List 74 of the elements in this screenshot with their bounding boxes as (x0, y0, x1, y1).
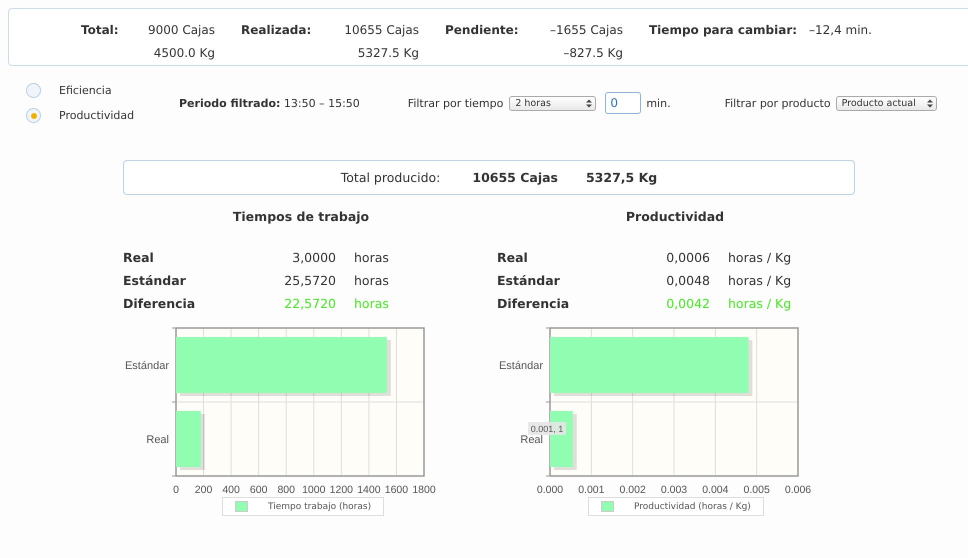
tick-label: 0.005 (744, 484, 770, 496)
radio-label[interactable]: Productividad (59, 109, 134, 122)
row-label: Real (497, 250, 529, 265)
tick-label: 1600 (384, 484, 408, 496)
tick-label: 1400 (357, 484, 381, 496)
row-value: 25,5720 (283, 273, 336, 288)
panel-title: Productividad (624, 209, 726, 226)
summary-value: 5327.5 Kg (358, 45, 419, 62)
chart-legend: Productividad (horas / Kg) (588, 497, 764, 516)
tick-label: 1800 (412, 484, 436, 496)
category-label: Real (520, 434, 543, 446)
tick-label: 0.000 (536, 484, 564, 496)
tick-label: 0.003 (660, 484, 688, 496)
updown-icon (586, 98, 592, 108)
row-value: 0,0006 (665, 250, 710, 265)
tooltip: 0.001, 1 (528, 422, 566, 435)
row-unit: horas (353, 250, 390, 265)
summary-value: 10655 Cajas (344, 22, 419, 39)
summary-label: Total: (81, 22, 120, 39)
category-label: Estándar (498, 360, 543, 372)
row-value: 0,0048 (665, 273, 710, 288)
row-label: Estándar (497, 273, 561, 288)
tick-label: 0.001 (578, 484, 604, 496)
total-label: Total producido: (340, 170, 440, 185)
category-label: Real (146, 434, 169, 446)
row-label: Diferencia (123, 296, 196, 311)
total-weight: 5327,5 Kg (586, 170, 658, 185)
panel-title: Tiempos de trabajo (232, 209, 370, 226)
summary-label: Tiempo para cambiar: (649, 22, 798, 39)
tick-label: 200 (194, 484, 212, 496)
row-value: 22,5720 (283, 296, 336, 311)
tick-label: 400 (222, 484, 240, 496)
tick-label: 600 (250, 484, 268, 496)
legend-swatch (235, 501, 248, 512)
category-label: Estándar (124, 360, 169, 372)
minutes-field[interactable]: 0 (605, 92, 642, 114)
time-select[interactable]: 2 horas (509, 96, 596, 110)
row-label: Diferencia (497, 296, 570, 311)
tick-label: 800 (277, 484, 295, 496)
summary-value: –12,4 min. (809, 22, 872, 39)
filter-label: Filtrar por tiempo (408, 96, 504, 110)
radio-button[interactable] (26, 83, 41, 98)
total-boxes: 10655 Cajas (472, 170, 558, 185)
row-unit: horas (353, 296, 390, 311)
summary-value: –1655 Cajas (550, 22, 623, 39)
summary-label: Realizada: (241, 22, 312, 39)
product-select[interactable]: Producto actual (836, 96, 937, 110)
summary-label: Pendiente: (445, 22, 520, 39)
filter-label: Filtrar por producto (724, 96, 831, 110)
bar (176, 411, 205, 470)
row-unit: horas (353, 273, 390, 288)
updown-icon (926, 98, 933, 108)
tick-label: 0 (173, 484, 179, 496)
row-unit: horas / Kg (727, 273, 792, 288)
tick-label: 0.004 (702, 484, 728, 496)
summary-value: –827.5 Kg (563, 45, 623, 62)
summary-value: 4500.0 Kg (154, 45, 215, 62)
row-value: 3,0000 (291, 250, 336, 265)
chart-legend: Tiempo trabajo (horas) (222, 497, 384, 516)
unit-label: min. (646, 96, 671, 110)
summary-value: 9000 Cajas (148, 22, 215, 39)
radio-label[interactable]: Eficiencia (59, 84, 112, 97)
tick-label: 0.002 (620, 484, 646, 496)
tick-label: 1000 (302, 484, 326, 496)
row-unit: horas / Kg (727, 250, 792, 265)
row-unit: horas / Kg (727, 296, 792, 311)
tick-label: 0.006 (784, 484, 812, 496)
radio-button[interactable] (26, 108, 41, 123)
row-label: Estándar (123, 273, 187, 288)
tick-label: 1200 (330, 484, 354, 496)
row-value: 0,0042 (665, 296, 710, 311)
row-label: Real (123, 250, 155, 265)
legend-swatch (601, 501, 614, 512)
period-label: Periodo filtrado: 13:50 – 15:50 (179, 96, 360, 110)
